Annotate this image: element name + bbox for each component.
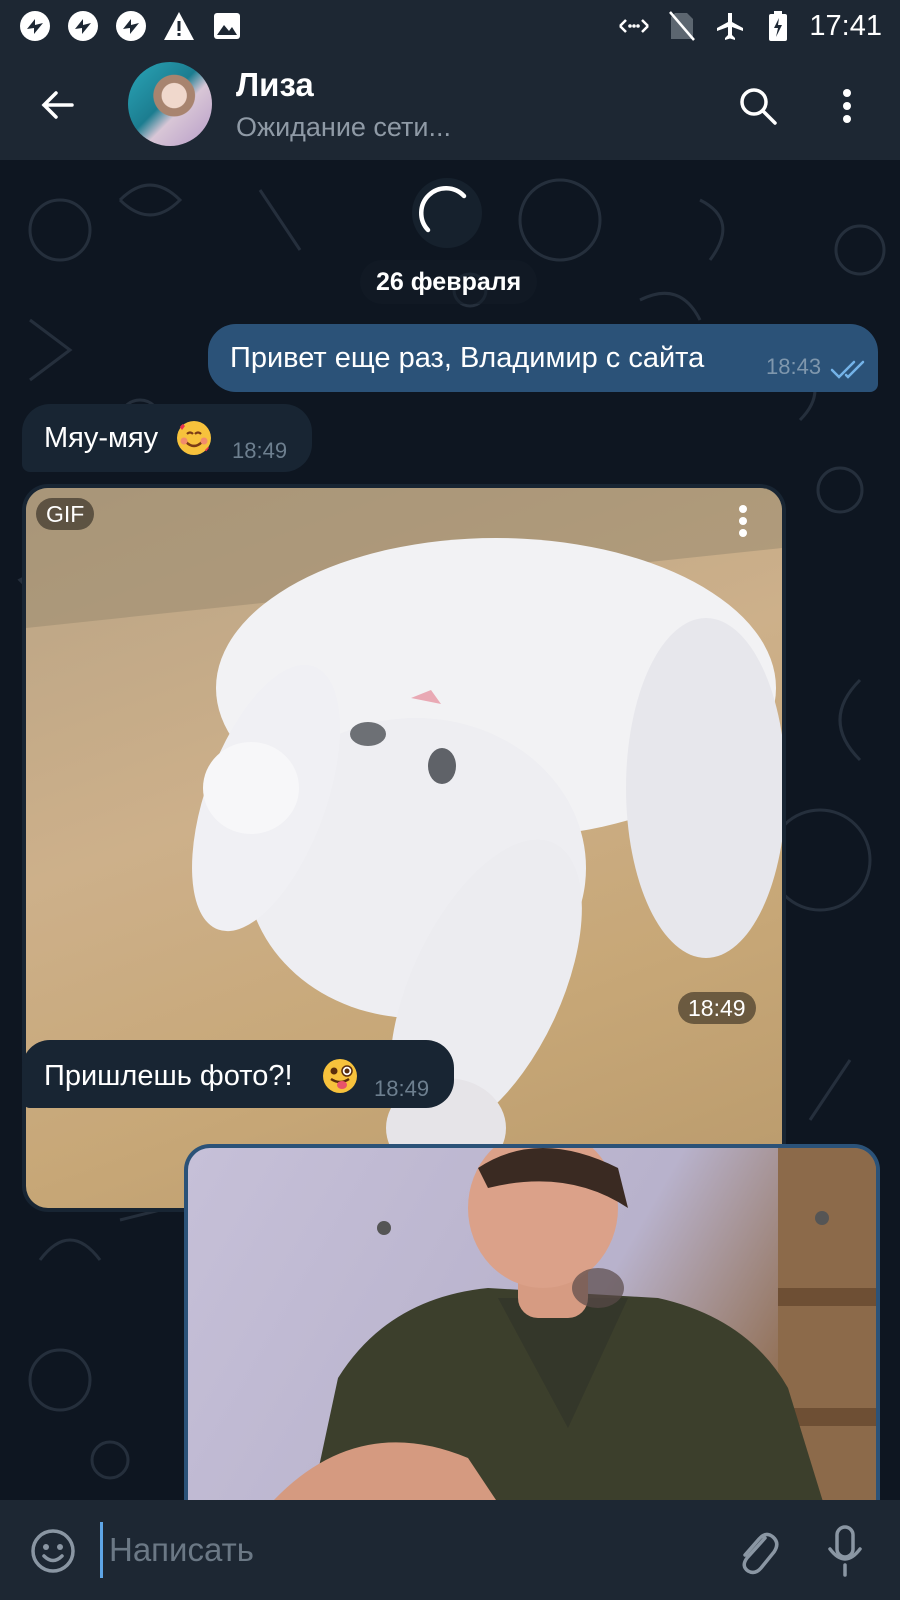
microphone-button[interactable] xyxy=(818,1524,872,1578)
back-button[interactable] xyxy=(30,78,84,132)
microphone-icon xyxy=(828,1525,862,1577)
message-time: 18:49 xyxy=(374,1076,430,1101)
status-bar: 17:41 xyxy=(0,0,900,52)
clock: 17:41 xyxy=(809,9,882,42)
message-composer xyxy=(0,1500,900,1600)
message-time: 18:49 xyxy=(678,992,756,1024)
no-sim-icon xyxy=(665,9,699,43)
image-icon xyxy=(210,9,244,43)
emoji-button[interactable] xyxy=(28,1526,78,1576)
chat-header: Лиза Ожидание сети... xyxy=(0,52,900,160)
more-vert-icon xyxy=(739,505,747,537)
chat-title[interactable]: Лиза xyxy=(236,66,314,104)
attach-icon xyxy=(742,1532,779,1575)
data-transfer-icon xyxy=(617,9,651,43)
message-text: Пришлешь фото?! xyxy=(44,1060,293,1092)
message-time: 18:49 xyxy=(232,438,288,463)
airplane-mode-icon xyxy=(713,9,747,43)
warning-icon xyxy=(162,9,196,43)
message-text: Привет еще раз, Владимир с сайта xyxy=(230,342,705,374)
app-notification-icon xyxy=(66,9,100,43)
message-time: 18:43 xyxy=(766,354,822,379)
more-vert-icon xyxy=(843,89,851,123)
connection-status: Ожидание сети... xyxy=(236,112,451,142)
search-icon xyxy=(740,88,777,125)
incoming-message[interactable]: Пришлешь фото?! 18:49 xyxy=(22,1040,454,1108)
chat-area[interactable]: 26 февраля Привет еще раз, Владимир с са… xyxy=(0,160,900,1500)
attach-button[interactable] xyxy=(730,1524,784,1578)
read-double-check-icon xyxy=(830,360,865,379)
emoji-icon xyxy=(31,1529,75,1573)
search-button[interactable] xyxy=(728,76,788,136)
app-notification-icon xyxy=(18,9,52,43)
more-options-button[interactable] xyxy=(822,76,872,136)
outgoing-message[interactable]: Привет еще раз, Владимир с сайта 18:43 xyxy=(208,324,878,392)
message-input[interactable] xyxy=(100,1522,700,1578)
loading-spinner xyxy=(412,178,482,248)
smiling-face-with-hearts-icon xyxy=(177,421,211,455)
photo-image[interactable] xyxy=(188,1148,876,1500)
battery-icon xyxy=(761,9,795,43)
gif-badge: GIF xyxy=(36,498,95,530)
outgoing-photo-message[interactable] xyxy=(184,1144,880,1500)
incoming-message[interactable]: Мяу-мяу 18:49 xyxy=(22,404,312,472)
winking-face-with-tongue-icon xyxy=(323,1059,357,1093)
avatar[interactable] xyxy=(128,62,212,146)
back-arrow-icon xyxy=(41,91,74,119)
gif-menu-button[interactable] xyxy=(738,504,748,543)
app-notification-icon xyxy=(114,9,148,43)
message-text: Мяу-мяу xyxy=(44,422,159,454)
date-separator: 26 февраля xyxy=(360,260,538,304)
